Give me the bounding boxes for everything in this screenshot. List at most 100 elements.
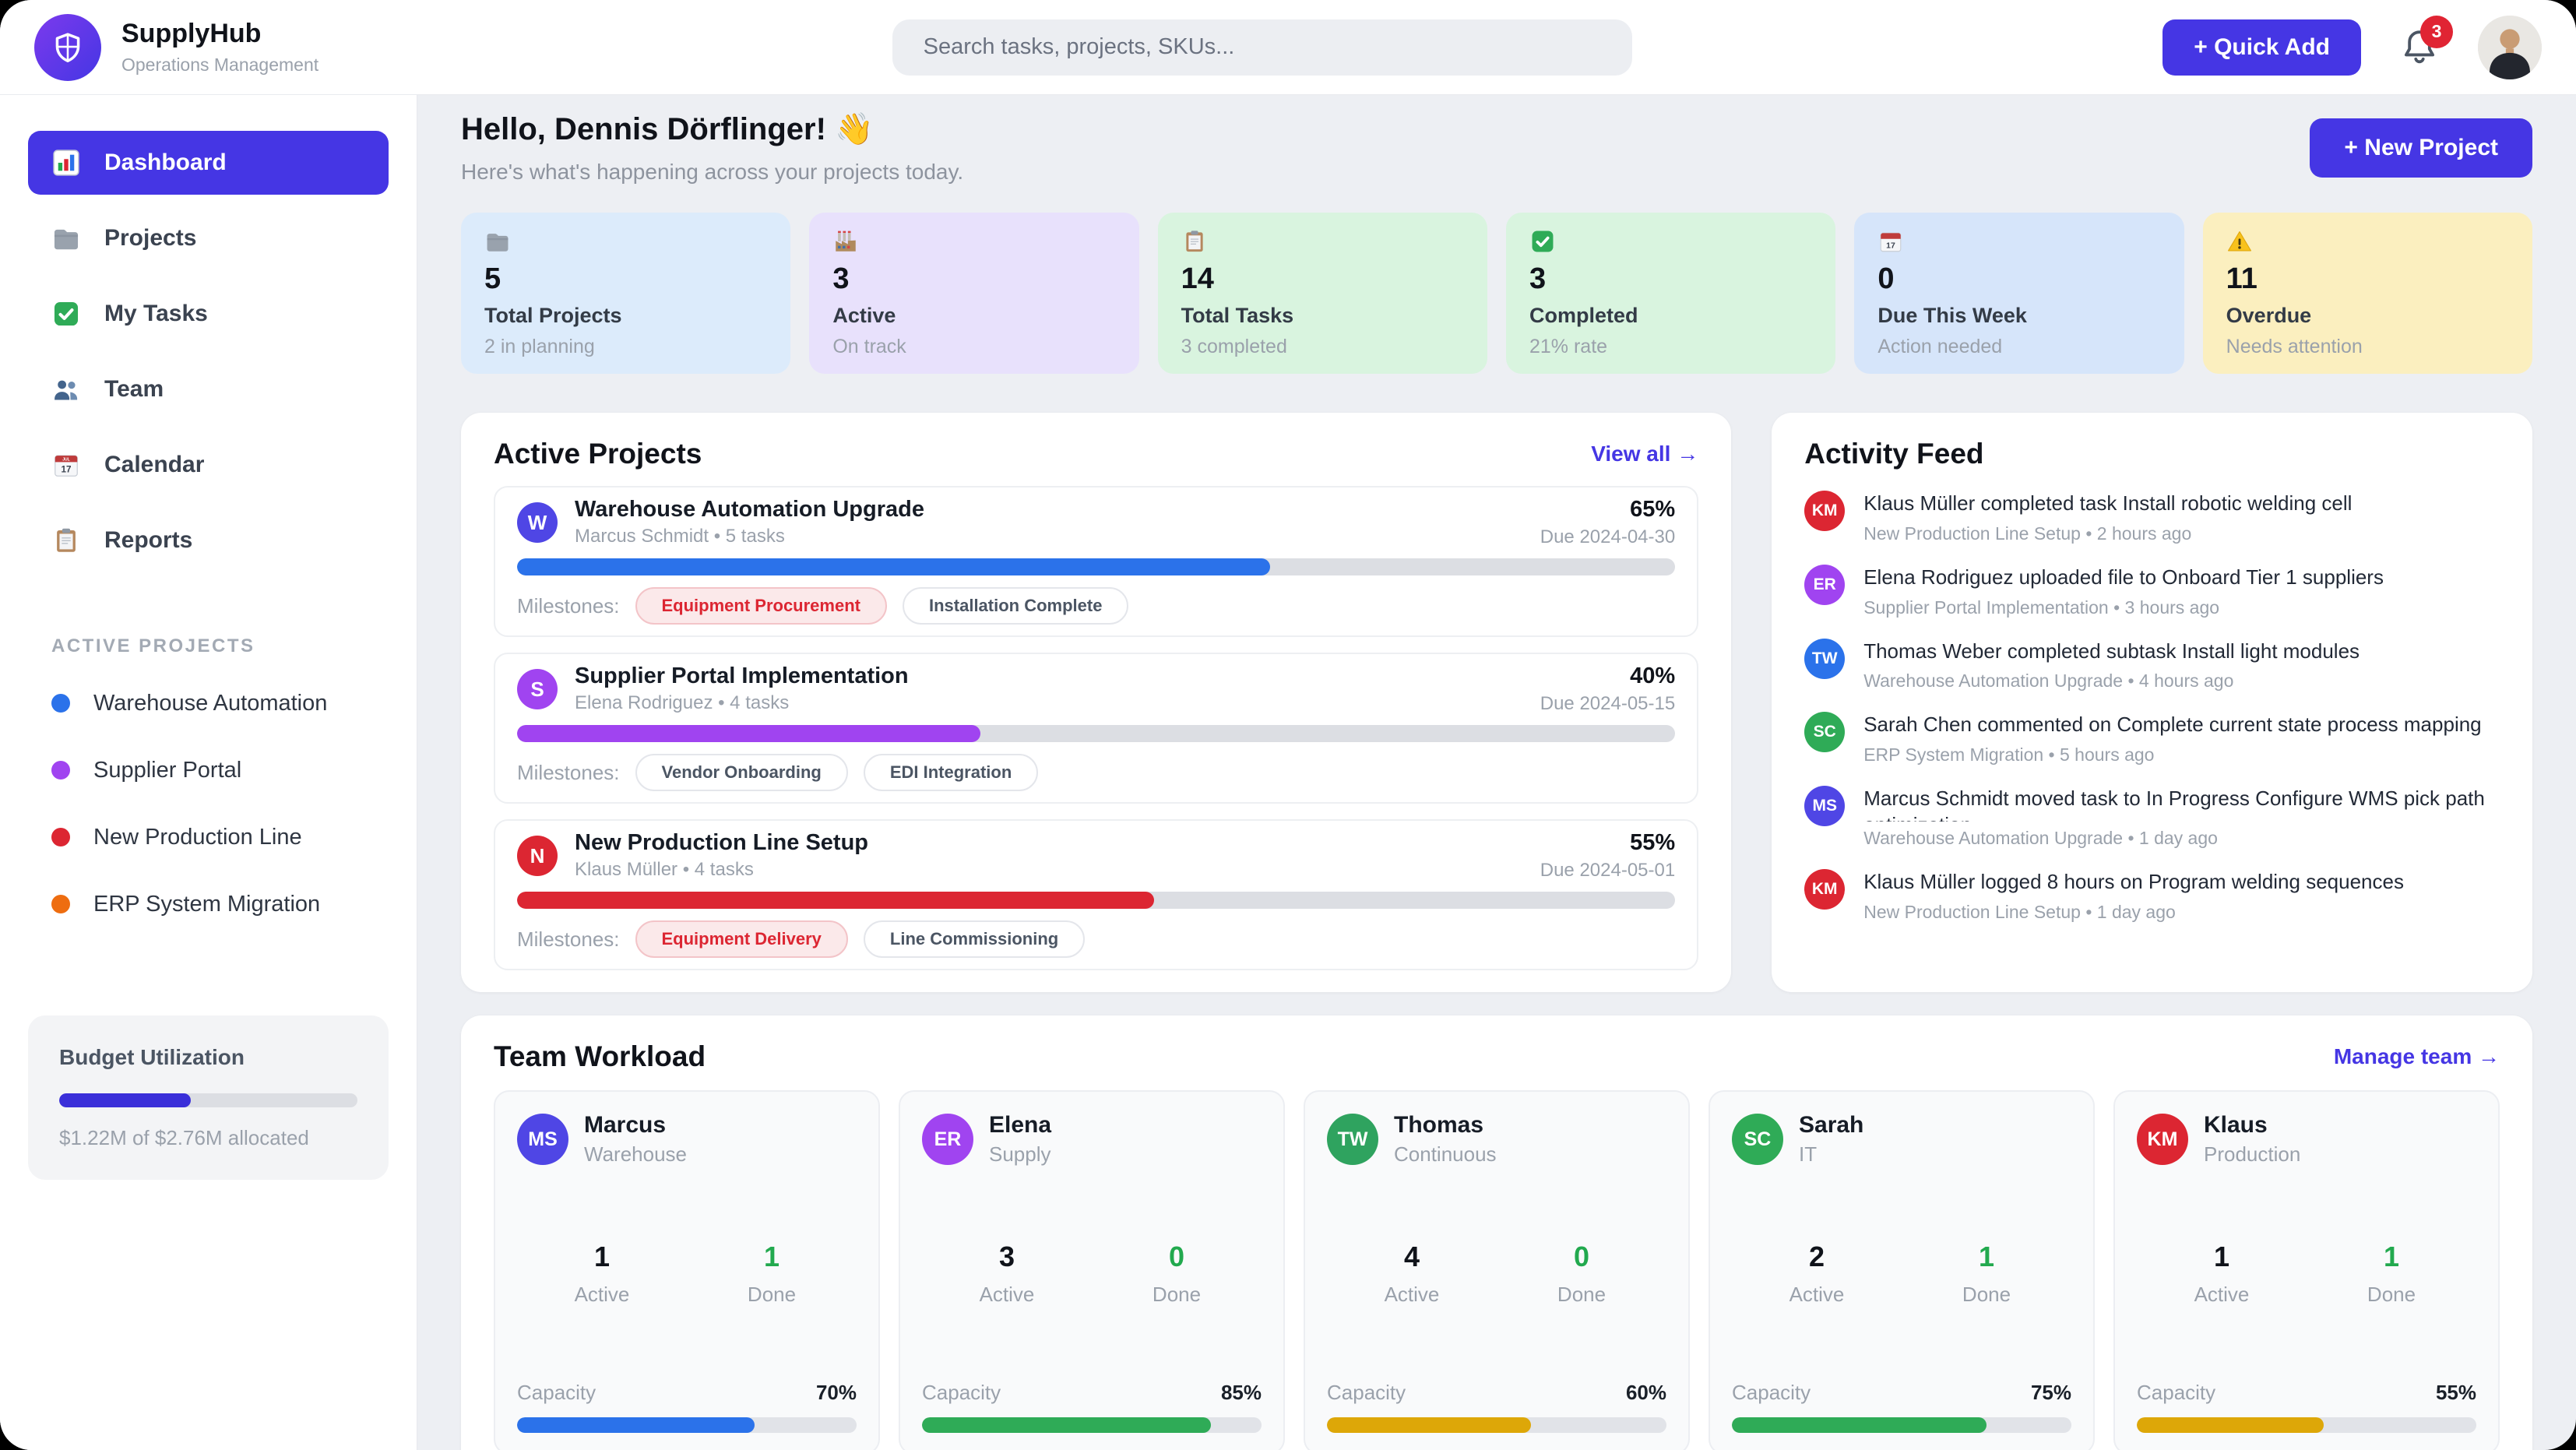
member-card-klaus[interactable]: KM Klaus Production 1 Active [2113, 1090, 2500, 1450]
capacity-percent: 75% [2031, 1381, 2071, 1405]
notifications-button[interactable]: 3 [2398, 26, 2441, 69]
project-title: New Production Line Setup [575, 831, 868, 856]
feed-item[interactable]: MS Marcus Schmidt moved task to In Progr… [1804, 786, 2500, 849]
milestones-label: Milestones: [517, 761, 620, 785]
active-label: Active [517, 1283, 687, 1307]
member-done-count: 1 [687, 1241, 857, 1273]
user-avatar[interactable] [2478, 16, 2542, 79]
capacity-percent: 70% [816, 1381, 857, 1405]
member-name: Thomas [1394, 1112, 1497, 1139]
capacity-bar [2137, 1417, 2476, 1433]
feed-avatar: ER [1804, 565, 1845, 605]
member-avatar: TW [1327, 1114, 1378, 1165]
feed-meta: Supplier Portal Implementation • 3 hours… [1863, 597, 2384, 618]
milestones-label: Milestones: [517, 594, 620, 618]
member-dept: Supply [989, 1142, 1051, 1167]
project-avatar: S [517, 669, 558, 709]
notification-badge: 3 [2420, 16, 2453, 48]
milestone-pill[interactable]: Equipment Procurement [635, 587, 887, 625]
capacity-percent: 60% [1626, 1381, 1666, 1405]
stat-card-overdue: 11 Overdue Needs attention [2203, 213, 2532, 374]
svg-text:JUL: JUL [62, 458, 70, 463]
svg-text:17: 17 [61, 465, 71, 475]
member-done-count: 1 [1902, 1241, 2071, 1273]
brand: SupplyHub Operations Management [34, 14, 361, 81]
stat-caption: On track [832, 336, 1115, 358]
project-card-new-production-line-setup[interactable]: N New Production Line Setup Klaus Müller… [494, 819, 1698, 970]
feed-item[interactable]: KM Klaus Müller logged 8 hours on Progra… [1804, 869, 2500, 923]
sidebar-item-calendar[interactable]: 17JUL Calendar [28, 433, 389, 497]
member-card-thomas[interactable]: TW Thomas Continuous 4 Active [1304, 1090, 1690, 1450]
project-title: Warehouse Automation Upgrade [575, 498, 924, 523]
project-progress-bar [517, 725, 1675, 742]
sidebar-item-team[interactable]: Team [28, 357, 389, 421]
feed-item[interactable]: TW Thomas Weber completed subtask Instal… [1804, 639, 2500, 692]
feed-meta: Warehouse Automation Upgrade • 1 day ago [1863, 828, 2500, 849]
feed-item[interactable]: ER Elena Rodriguez uploaded file to Onbo… [1804, 565, 2500, 618]
budget-utilization-card: Budget Utilization $1.22M of $2.76M allo… [28, 1015, 389, 1180]
member-active-count: 1 [517, 1241, 687, 1273]
project-card-supplier-portal-implementation[interactable]: S Supplier Portal Implementation Elena R… [494, 653, 1698, 804]
view-all-link[interactable]: View all → [1591, 442, 1698, 466]
budget-progress-bar [59, 1093, 357, 1107]
sidebar-project-new-production-line[interactable]: New Production Line [28, 804, 389, 871]
sidebar-project-erp-system-migration[interactable]: ERP System Migration [28, 871, 389, 938]
manage-team-link[interactable]: Manage team → [2334, 1044, 2500, 1069]
done-label: Done [1902, 1283, 2071, 1307]
panel-title: Active Projects [494, 438, 702, 470]
folder-icon [51, 223, 81, 253]
member-card-elena[interactable]: ER Elena Supply 3 Active [899, 1090, 1285, 1450]
sidebar-project-warehouse-automation[interactable]: Warehouse Automation [28, 670, 389, 737]
capacity-label: Capacity [1327, 1381, 1406, 1405]
milestone-pill[interactable]: Equipment Delivery [635, 920, 848, 958]
sidebar-item-dashboard[interactable]: Dashboard [28, 131, 389, 195]
project-due-date: Due 2024-05-01 [1540, 860, 1675, 882]
feed-item[interactable]: SC Sarah Chen commented on Complete curr… [1804, 712, 2500, 765]
search-input[interactable] [892, 19, 1632, 76]
capacity-fill [1327, 1417, 1531, 1433]
feed-text: Elena Rodriguez uploaded file to Onboard… [1863, 565, 2384, 591]
active-projects-heading: ACTIVE PROJECTS [51, 635, 365, 657]
sidebar: Dashboard Projects My Tasks [0, 95, 417, 1450]
member-active-count: 1 [2137, 1241, 2307, 1273]
member-done-count: 1 [2307, 1241, 2476, 1273]
stat-card-active: 3 Active On track [809, 213, 1138, 374]
feed-item[interactable]: KM Klaus Müller completed task Install r… [1804, 491, 2500, 544]
milestones-label: Milestones: [517, 927, 620, 952]
active-label: Active [1327, 1283, 1497, 1307]
feed-meta: ERP System Migration • 5 hours ago [1863, 744, 2481, 765]
sidebar-item-projects[interactable]: Projects [28, 206, 389, 270]
member-avatar: SC [1732, 1114, 1783, 1165]
milestone-pill[interactable]: Vendor Onboarding [635, 754, 848, 791]
stat-caption: 2 in planning [484, 336, 767, 358]
active-projects-panel: Active Projects View all → W Warehouse A… [461, 413, 1731, 992]
active-label: Active [2137, 1283, 2307, 1307]
sidebar-item-label: Projects [104, 225, 196, 252]
project-color-dot [51, 694, 70, 713]
milestone-pill[interactable]: EDI Integration [864, 754, 1038, 791]
sidebar-item-my-tasks[interactable]: My Tasks [28, 282, 389, 346]
greeting-title: Hello, Dennis Dörflinger! 👋 [461, 111, 963, 147]
done-label: Done [1497, 1283, 1666, 1307]
project-card-warehouse-automation-upgrade[interactable]: W Warehouse Automation Upgrade Marcus Sc… [494, 486, 1698, 637]
quick-add-button[interactable]: + Quick Add [2163, 19, 2361, 76]
capacity-label: Capacity [517, 1381, 596, 1405]
project-title: Supplier Portal Implementation [575, 664, 909, 689]
feed-avatar: KM [1804, 491, 1845, 531]
milestone-pill[interactable]: Installation Complete [903, 587, 1128, 625]
member-card-marcus[interactable]: MS Marcus Warehouse 1 Active [494, 1090, 880, 1450]
sidebar-project-supplier-portal[interactable]: Supplier Portal [28, 737, 389, 804]
capacity-bar [1327, 1417, 1666, 1433]
project-meta: Elena Rodriguez • 4 tasks [575, 692, 909, 714]
member-name: Klaus [2204, 1112, 2300, 1139]
stat-label: Total Projects [484, 304, 767, 328]
member-card-sarah[interactable]: SC Sarah IT 2 Active [1709, 1090, 2095, 1450]
sidebar-item-reports[interactable]: Reports [28, 509, 389, 572]
capacity-fill [1732, 1417, 1987, 1433]
new-project-button[interactable]: + New Project [2310, 118, 2532, 178]
budget-title: Budget Utilization [59, 1045, 357, 1070]
feed-avatar: TW [1804, 639, 1845, 679]
done-label: Done [687, 1283, 857, 1307]
milestone-pill[interactable]: Line Commissioning [864, 920, 1085, 958]
panel-title: Team Workload [494, 1040, 706, 1073]
